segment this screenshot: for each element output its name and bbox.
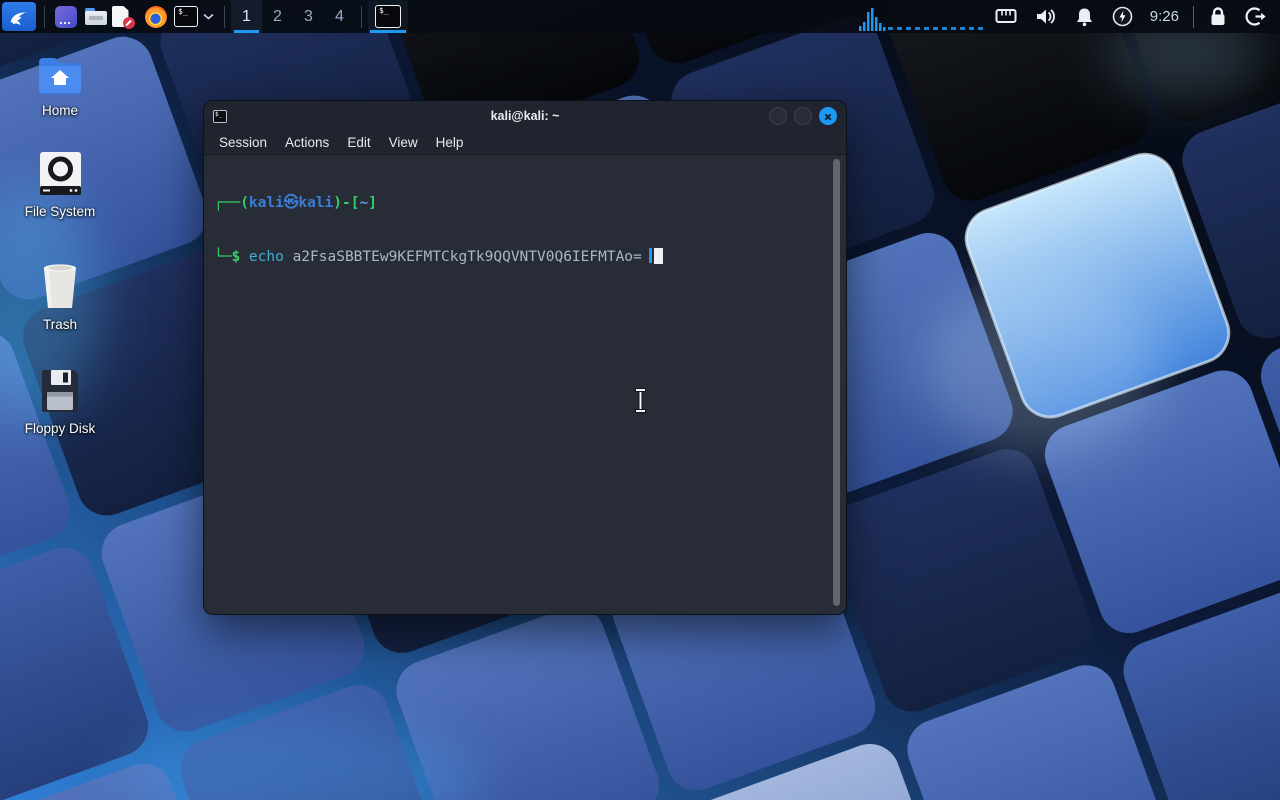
desktop-icon-label: File System [25,204,96,219]
workspace-button-1[interactable]: 1 [231,0,262,33]
workspace-label: 2 [273,8,282,26]
prompt-frame: ] [368,195,377,211]
floppy-disk-icon [40,368,80,414]
panel-separator [1193,6,1194,28]
menu-help[interactable]: Help [427,133,473,152]
workspace-button-4[interactable]: 4 [324,0,355,33]
workspace-button-2[interactable]: 2 [262,0,293,33]
power-manager-button[interactable] [1112,6,1133,27]
desktop-icon-label: Floppy Disk [25,421,96,436]
network-icon [995,8,1017,25]
active-task-underline [370,30,406,33]
workspace-label: 3 [304,8,313,26]
volume-icon [1035,7,1057,26]
window-title: kali@kali: ~ [204,109,846,123]
text-editor-button[interactable] [111,1,141,32]
desktop-icon-floppy-disk[interactable]: Floppy Disk [10,368,110,436]
chevron-down-icon[interactable] [203,13,214,20]
desktop-icon-trash[interactable]: Trash [10,262,110,332]
notifications-button[interactable] [1075,7,1094,27]
panel-separator [44,6,45,28]
kali-menu-button[interactable] [2,2,36,31]
command-argument [284,249,293,265]
menu-view[interactable]: View [380,133,427,152]
window-menubar: Session Actions Edit View Help [204,131,846,155]
file-manager-button[interactable] [81,1,111,32]
system-monitor-graph[interactable] [858,0,888,33]
network-button[interactable] [995,8,1017,25]
terminal-window: $_ kali@kali: ~ Session Actions Edit Vie… [203,100,847,615]
prompt-line-2: └─$ echo a2FsaSBBTEw9KEFMTCkgTk9QQVNTV0Q… [214,248,828,267]
mouse-ibeam-cursor [633,387,648,419]
active-workspace-underline [234,30,259,33]
clock[interactable]: 9:26 [1150,8,1179,25]
app-launcher-icon [55,6,77,28]
hard-drive-icon [38,150,83,197]
top-panel: $_ 1 2 3 4 $_ [0,0,1280,33]
desktop-icon-label: Trash [43,317,77,332]
desktop-icon-home[interactable]: Home [10,56,110,118]
firefox-button[interactable] [141,1,171,32]
prompt-frame: )-[ [333,195,359,211]
logout-button[interactable] [1245,6,1266,27]
menu-edit[interactable]: Edit [338,133,379,152]
file-manager-icon [85,8,107,25]
terminal-icon: $_ [375,5,401,28]
lock-icon [1209,6,1227,27]
input-cursor-bar [649,248,652,263]
terminal-icon: $_ [174,6,198,27]
prompt-frame: ┌──( [214,195,249,211]
desktop-icon-label: Home [42,103,78,118]
window-terminal-icon: $_ [213,110,227,123]
taskbar-terminal-button[interactable]: $_ [368,0,408,33]
workspace-label: 4 [335,8,344,26]
trash-icon [38,262,82,310]
bell-icon [1075,7,1094,27]
close-button[interactable] [819,107,837,125]
lock-screen-button[interactable] [1209,6,1227,27]
menu-session[interactable]: Session [210,133,276,152]
workspace-label: 1 [242,8,251,26]
home-folder-icon [37,56,83,96]
command-argument: a2FsaSBBTEw9KEFMTCkgTk9QQVNTV0Q6IEFMTAo= [293,249,642,265]
maximize-button[interactable] [794,107,812,125]
workspace-pager: 1 2 3 4 [231,0,355,33]
edit-badge-icon [123,17,135,29]
volume-button[interactable] [1035,7,1057,26]
terminal-output[interactable]: ┌──(kali㉿kali)-[~] └─$ echo a2FsaSBBTEw9… [204,155,846,614]
app-launcher-button[interactable] [51,1,81,32]
power-badge-icon [1112,6,1133,27]
prompt-frame: └─$ [214,249,249,265]
panel-separator [224,6,225,28]
command-text: echo [249,249,284,265]
system-monitor-history[interactable] [888,27,984,30]
prompt-line-1: ┌──(kali㉿kali)-[~] [214,195,828,213]
kali-dragon-icon [7,5,31,29]
desktop-icon-file-system[interactable]: File System [10,150,110,219]
prompt-path: ~ [359,195,368,211]
firefox-icon [145,6,167,28]
workspace-button-3[interactable]: 3 [293,0,324,33]
terminal-scrollbar[interactable] [833,159,840,606]
prompt-user-host: kali㉿kali [249,195,333,211]
minimize-button[interactable] [769,107,787,125]
window-titlebar[interactable]: $_ kali@kali: ~ [204,101,846,131]
logout-icon [1245,6,1266,27]
panel-separator [361,6,362,28]
menu-actions[interactable]: Actions [276,133,338,152]
desktop: $_ 1 2 3 4 $_ [0,0,1280,800]
terminal-launcher-button[interactable]: $_ [171,1,201,32]
terminal-cursor [654,248,663,264]
